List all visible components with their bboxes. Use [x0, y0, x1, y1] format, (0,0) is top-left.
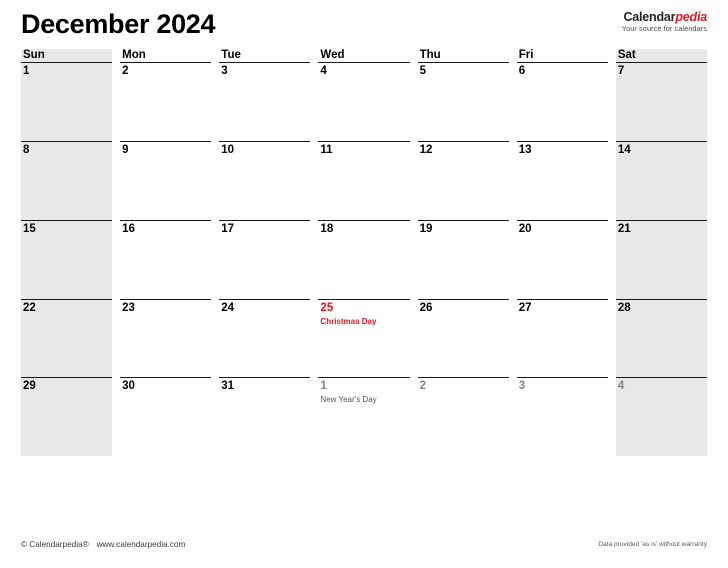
day-cell[interactable]: 8 — [21, 140, 113, 220]
weekday-header-sat: Sat — [615, 49, 707, 62]
day-number: 10 — [221, 143, 235, 156]
day-cell[interactable]: 3 — [219, 62, 311, 141]
day-number: 28 — [617, 301, 631, 314]
day-cell[interactable]: 27 — [516, 298, 608, 378]
day-cell[interactable]: 4 — [318, 62, 410, 141]
day-number: 1 — [23, 65, 30, 77]
day-number: 1 — [320, 380, 327, 393]
brand-name-accent: pedia — [675, 10, 707, 24]
day-number: 14 — [617, 143, 631, 156]
day-cell[interactable]: 4 — [615, 377, 707, 457]
day-number: 26 — [419, 301, 433, 314]
day-cell[interactable]: 7 — [615, 62, 707, 141]
brand-name-primary: Calendar — [623, 10, 676, 24]
page-title: December 2024 — [21, 9, 216, 39]
day-cell[interactable]: 10 — [219, 140, 311, 220]
footer-copyright-line: © Calendarpedia® www.calendarpedia.com — [21, 540, 185, 549]
day-cell[interactable]: 23 — [120, 298, 212, 378]
day-cell[interactable]: 12 — [417, 140, 509, 220]
day-cell[interactable]: 26 — [417, 298, 509, 378]
day-cell[interactable]: 29 — [21, 377, 113, 457]
brand-name: Calendarpedia — [622, 10, 707, 24]
day-cell[interactable]: 18 — [318, 219, 410, 299]
weekday-header-wed: Wed — [320, 49, 345, 61]
day-number: 22 — [23, 301, 36, 314]
day-number: 16 — [122, 222, 135, 235]
day-number: 24 — [221, 301, 235, 314]
day-cell[interactable]: 24 — [219, 298, 311, 378]
footer-disclaimer: Data provided 'as is' without warranty — [598, 541, 707, 548]
day-number: 29 — [23, 380, 36, 393]
day-cell[interactable]: 14 — [615, 140, 707, 220]
day-cell[interactable]: 5 — [417, 62, 509, 141]
day-cell[interactable]: 9 — [120, 140, 212, 220]
day-number: 31 — [221, 380, 235, 393]
day-cell[interactable]: 17 — [219, 219, 311, 299]
day-number: 25 — [320, 301, 334, 314]
day-cell[interactable]: 1 — [21, 62, 113, 141]
day-number: 15 — [23, 222, 36, 235]
day-event-label: New Year's Day — [320, 395, 377, 405]
day-number: 4 — [617, 380, 625, 393]
day-number: 27 — [518, 301, 532, 314]
day-cell[interactable]: 2 — [417, 377, 509, 456]
day-cell[interactable]: 11 — [318, 140, 410, 220]
day-number: 9 — [122, 143, 129, 156]
weekday-header-tue: Tue — [221, 49, 241, 61]
day-cell[interactable]: 19 — [417, 219, 509, 299]
weekday-header-fri: Fri — [518, 49, 534, 61]
day-number: 2 — [122, 65, 129, 77]
weekday-header-thu: Thu — [419, 49, 441, 61]
day-event-label: Christmas Day — [320, 316, 377, 326]
day-number: 7 — [617, 65, 625, 77]
day-cell[interactable]: 2 — [120, 62, 212, 141]
day-number: 30 — [122, 380, 135, 393]
day-cell[interactable]: 15 — [21, 219, 113, 299]
day-number: 13 — [518, 143, 532, 156]
weekday-header-mon: Mon — [122, 49, 146, 61]
day-number: 20 — [518, 222, 532, 235]
day-number: 12 — [419, 143, 433, 156]
calendarpedia-logo[interactable]: Calendarpedia Your source for calendars — [621, 10, 707, 34]
brand-tagline: Your source for calendars — [621, 24, 707, 34]
day-number: 5 — [419, 65, 426, 77]
day-number: 23 — [122, 301, 135, 314]
day-cell[interactable]: 1 New Year's Day — [318, 377, 410, 456]
footer-website[interactable]: www.calendarpedia.com — [97, 540, 186, 549]
day-cell[interactable]: 21 — [615, 219, 707, 299]
day-cell[interactable]: 20 — [516, 219, 608, 299]
day-cell[interactable]: 28 — [615, 298, 707, 378]
day-number: 8 — [23, 143, 30, 156]
page-header: December 2024 Calendarpedia Your source … — [21, 8, 707, 46]
day-cell[interactable]: 22 — [21, 298, 113, 378]
day-number: 4 — [320, 65, 327, 77]
day-number: 19 — [419, 222, 433, 235]
day-cell[interactable]: 25 Christmas Day — [318, 298, 410, 378]
calendar-grid: Sun Mon Tue Wed Thu Fri Sat 1 2 3 4 5 6 7 8 9 10 11 12 13 14… — [21, 47, 707, 535]
day-cell[interactable]: 13 — [516, 140, 608, 220]
day-cell[interactable]: 6 — [516, 62, 608, 141]
day-number: 11 — [320, 143, 333, 156]
day-number: 6 — [518, 65, 526, 77]
day-number: 18 — [320, 222, 334, 235]
day-cell[interactable]: 16 — [120, 219, 212, 299]
day-number: 2 — [419, 380, 426, 393]
weekday-header-sun: Sun — [21, 49, 113, 62]
day-number: 3 — [221, 65, 228, 77]
footer-copyright: © Calendarpedia® — [21, 540, 89, 549]
day-number: 17 — [221, 222, 235, 235]
page-footer: © Calendarpedia® www.calendarpedia.com Da… — [21, 540, 707, 556]
day-number: 3 — [518, 380, 526, 393]
day-cell[interactable]: 3 — [516, 377, 608, 456]
day-cell[interactable]: 30 — [120, 377, 212, 456]
day-cell[interactable]: 31 — [219, 377, 311, 456]
calendar-page: December 2024 Calendarpedia Your source … — [0, 0, 728, 568]
day-number: 21 — [617, 222, 631, 235]
